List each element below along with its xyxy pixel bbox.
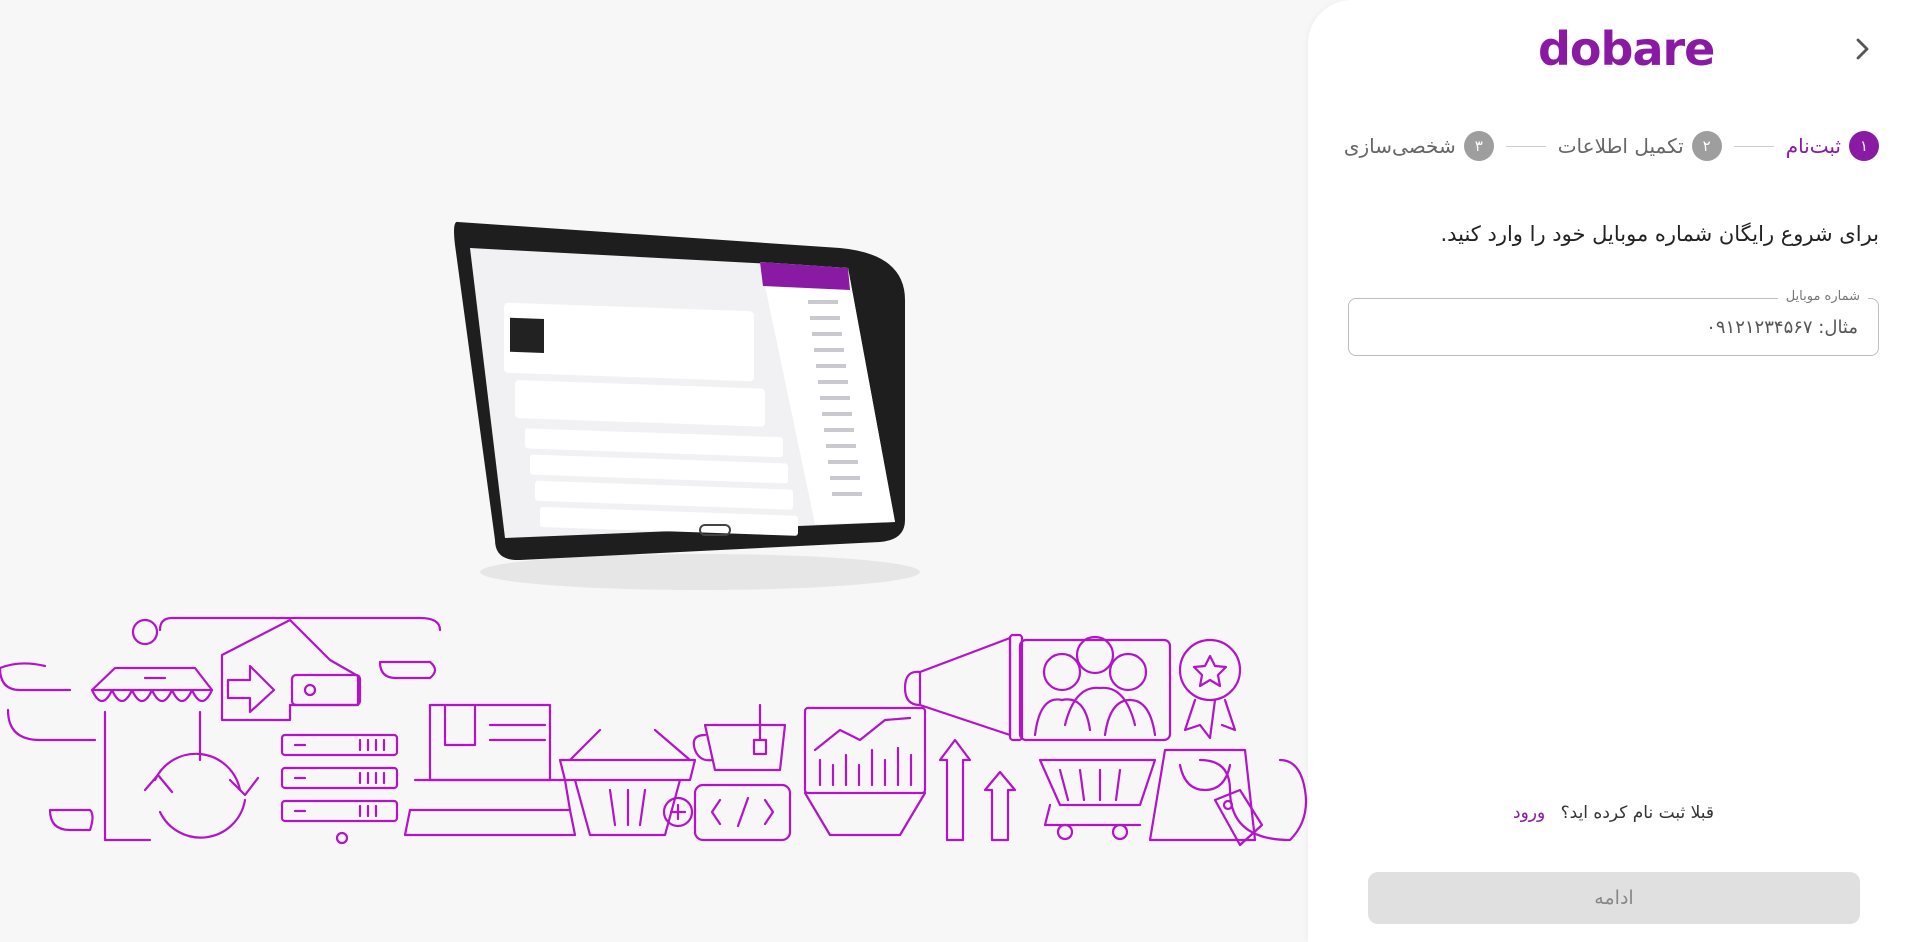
instruction-text: برای شروع رایگان شماره موبایل خود را وار… — [1440, 222, 1879, 246]
hero-illustration — [0, 0, 1330, 942]
illustration-canvas — [0, 221, 1308, 847]
tablet-device — [454, 221, 905, 561]
login-link[interactable]: ورود — [1513, 803, 1545, 823]
step-number: ۱ — [1849, 131, 1879, 161]
step-signup: ۱ ثبت‌نام — [1786, 131, 1879, 161]
chevron-right-icon — [1856, 38, 1869, 60]
line-art-commerce-illustration — [0, 616, 1308, 847]
step-complete-info: ۲ تکمیل اطلاعات — [1558, 131, 1722, 161]
dobare-logo: dobare — [1538, 22, 1715, 76]
step-personalization: ۳ شخصی‌سازی — [1344, 131, 1494, 161]
phone-input[interactable] — [1349, 299, 1878, 355]
back-button[interactable] — [1847, 34, 1877, 64]
step-label: ثبت‌نام — [1785, 134, 1841, 158]
qr-code — [510, 317, 544, 353]
step-number: ۲ — [1691, 131, 1722, 161]
signup-stepper: ۱ ثبت‌نام ۲ تکمیل اطلاعات ۳ شخصی‌سازی — [1344, 130, 1879, 162]
step-label: تکمیل اطلاعات — [1557, 134, 1684, 158]
step-divider — [1733, 145, 1774, 147]
continue-button[interactable]: ادامه — [1368, 872, 1860, 924]
signup-panel: dobare ۱ ثبت‌نام ۲ تکمیل اطلاعات ۳ شخصی‌… — [1308, 0, 1919, 942]
login-prompt: قبلا ثبت نام کرده اید؟ ورود — [1308, 803, 1919, 823]
step-divider — [1505, 145, 1546, 147]
step-number: ۳ — [1463, 131, 1494, 161]
step-label: شخصی‌سازی — [1343, 134, 1456, 158]
already-registered-text: قبلا ثبت نام کرده اید؟ — [1560, 803, 1714, 823]
phone-field: شماره موبایل — [1348, 289, 1879, 356]
tablet-shadow — [480, 554, 920, 590]
